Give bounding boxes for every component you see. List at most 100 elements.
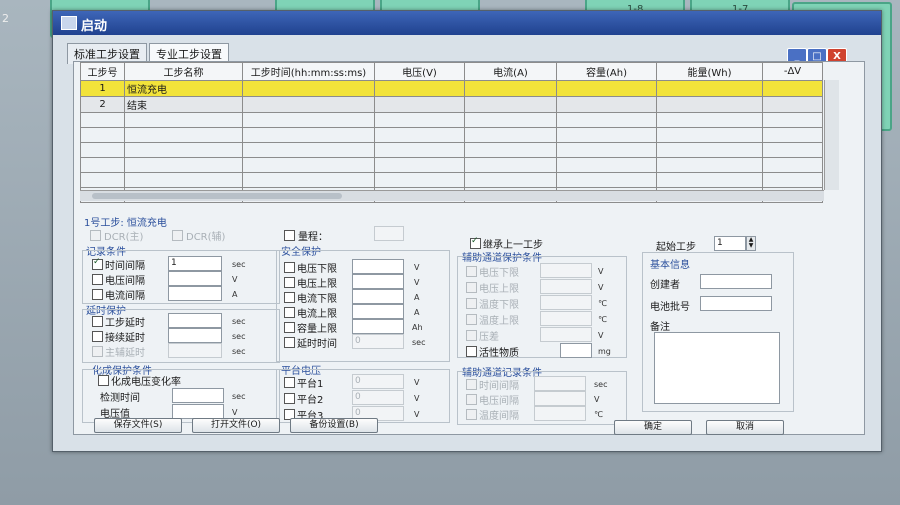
safety-input[interactable] [352,319,404,334]
save-file-button[interactable]: 保存文件(S) [94,418,182,433]
aux-record-checkbox[interactable] [466,379,477,390]
cell[interactable] [556,96,657,113]
aux-record-input[interactable] [534,376,586,391]
aux-protect-checkbox[interactable] [466,330,477,341]
safety-checkbox[interactable] [284,307,295,318]
safety-input[interactable] [352,259,404,274]
table-vertical-scrollbar[interactable] [824,80,839,190]
aux-protect-input[interactable] [540,295,592,310]
aux-record-checkbox[interactable] [466,394,477,405]
active-material-checkbox[interactable] [466,346,477,357]
detect-time-input[interactable] [172,388,224,403]
safety-delay-input[interactable]: 0 [352,334,404,349]
backup-settings-button[interactable]: 备份设置(B) [290,418,378,433]
ok-button[interactable]: 确定 [614,420,692,435]
step-delay-input[interactable] [168,313,222,328]
title-bar[interactable]: 启动 [53,11,881,35]
cell[interactable] [242,80,375,97]
aux-protect-checkbox[interactable] [466,282,477,293]
cell[interactable] [762,96,823,113]
cell[interactable] [374,96,465,113]
main-delay-checkbox[interactable] [92,346,103,357]
range-checkbox[interactable] [284,230,295,241]
voltage-interval-input[interactable] [168,271,222,286]
aux-protect-checkbox[interactable] [466,314,477,325]
battery-batch-input[interactable] [700,296,772,311]
inherit-checkbox[interactable] [470,236,481,249]
cell[interactable]: 恒流充电 [124,80,243,97]
open-file-button[interactable]: 打开文件(O) [192,418,280,433]
table-row[interactable]: 1 恒流充电 [80,80,823,97]
cell[interactable] [656,80,763,97]
remark-textarea[interactable] [654,332,780,404]
main-delay-input[interactable] [168,343,222,358]
contact-delay-input[interactable] [168,328,222,343]
safety-checkbox[interactable] [284,337,295,348]
aux-protect-input[interactable] [540,311,592,326]
platform-checkbox[interactable] [284,393,295,404]
cell[interactable] [242,96,375,113]
safety-input[interactable] [352,274,404,289]
table-row-empty[interactable] [80,172,823,188]
safety-checkbox[interactable] [284,322,295,333]
safety-checkbox[interactable] [284,277,295,288]
dcr-main-checkbox[interactable] [90,230,101,241]
time-interval-checkbox[interactable] [92,257,103,270]
cell[interactable] [464,96,557,113]
platform-checkbox[interactable] [284,377,295,388]
aux-record-input[interactable] [534,406,586,421]
cancel-button[interactable]: 取消 [706,420,784,435]
aux-record-input[interactable] [534,391,586,406]
platform-input[interactable]: 0 [352,374,404,389]
platform-input[interactable]: 0 [352,390,404,405]
aux-protect-checkbox[interactable] [466,298,477,309]
aux-protect-input[interactable] [540,327,592,342]
cell[interactable] [556,80,657,97]
safety-input[interactable] [352,304,404,319]
time-interval-input[interactable]: 1 [168,256,222,271]
safety-input[interactable] [352,289,404,304]
safety-checkbox[interactable] [284,262,295,273]
cell[interactable] [374,80,465,97]
creator-input[interactable] [700,274,772,289]
safety-unit: V [414,263,420,272]
cell[interactable] [762,80,823,97]
dcr-aux-checkbox[interactable] [172,230,183,241]
current-interval-input[interactable] [168,286,222,301]
aux-record-label: 时间间隔 [479,381,519,392]
scroll-thumb[interactable] [92,193,342,199]
current-interval-checkbox[interactable] [92,289,103,300]
aux-protect-checkbox[interactable] [466,266,477,277]
voltage-interval-checkbox[interactable] [92,274,103,285]
active-material-input[interactable] [560,343,592,358]
aux-protect-input[interactable] [540,279,592,294]
aux-protect-label: 温度上限 [479,316,519,327]
table-row-empty[interactable] [80,127,823,143]
formation-voltage-input[interactable] [172,404,224,419]
table-row[interactable]: 2 结束 [80,96,823,113]
table-row-empty[interactable] [80,112,823,128]
cell[interactable]: 1 [80,80,125,97]
start-step-input[interactable]: 1 [714,236,746,251]
formation-rate-checkbox[interactable] [98,375,109,386]
safety-checkbox[interactable] [284,292,295,303]
cell[interactable]: 2 [80,96,125,113]
aux-protect-input[interactable] [540,263,592,278]
range-select[interactable] [374,226,404,241]
safety-label: 电压下限 [297,264,337,275]
start-dialog: 启动 标准工步设置 专业工步设置 _ □ X 工步号 工步名称 工步时间(hh:m… [52,10,882,452]
start-step-spinner[interactable]: ▲ ▼ [746,236,756,251]
aux-protect-unit: ℃ [598,299,607,308]
safety-unit: A [414,308,420,317]
safety-label: 电流上限 [297,309,337,320]
platform-unit: V [414,410,420,419]
step-delay-checkbox[interactable] [92,316,103,327]
table-horizontal-scrollbar[interactable] [80,190,824,201]
table-row-empty[interactable] [80,157,823,173]
cell[interactable]: 结束 [124,96,243,113]
cell[interactable] [464,80,557,97]
table-row-empty[interactable] [80,142,823,158]
aux-record-checkbox[interactable] [466,409,477,420]
contact-delay-checkbox[interactable] [92,331,103,342]
cell[interactable] [656,96,763,113]
